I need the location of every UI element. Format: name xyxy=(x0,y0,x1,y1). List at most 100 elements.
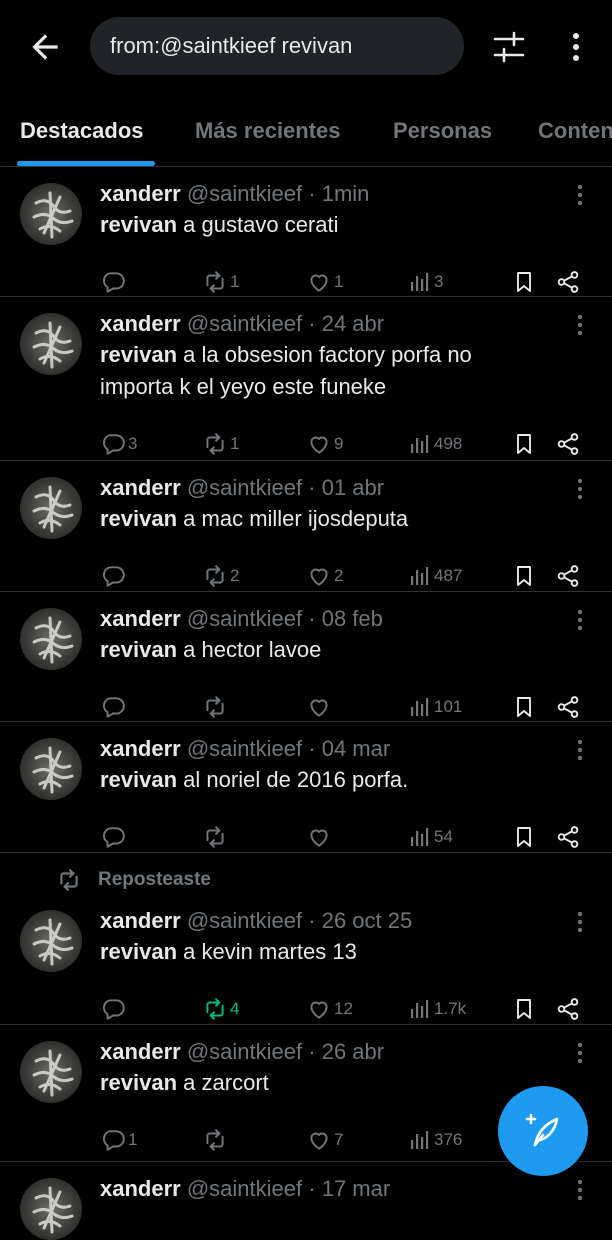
reply-button[interactable] xyxy=(100,822,128,852)
like-button[interactable] xyxy=(306,692,334,722)
author-handle[interactable]: @saintkieef xyxy=(187,736,302,761)
separator-dot: · xyxy=(308,736,316,761)
author-handle[interactable]: @saintkieef xyxy=(187,908,302,933)
more-vertical-icon[interactable] xyxy=(570,311,590,339)
tab-destacados[interactable]: Destacados xyxy=(20,118,144,144)
more-vertical-icon[interactable] xyxy=(570,908,590,936)
share-icon[interactable] xyxy=(555,561,581,591)
bookmark-icon[interactable] xyxy=(512,994,536,1024)
repost-button[interactable]: 1 xyxy=(202,429,239,459)
reply-button[interactable] xyxy=(100,561,128,591)
tweet[interactable]: xanderr @saintkieef · 17 mar xyxy=(0,1162,612,1240)
bookmark-icon[interactable] xyxy=(512,822,536,852)
more-vertical-icon[interactable] xyxy=(570,181,590,209)
repost-button[interactable]: 1 xyxy=(202,267,239,297)
views-button[interactable]: 376 xyxy=(408,1125,462,1155)
tweet[interactable]: xanderr @saintkieef · 04 mar revivan al n… xyxy=(0,722,612,853)
more-vertical-icon[interactable] xyxy=(560,28,592,66)
tab-personas[interactable]: Personas xyxy=(393,118,492,144)
like-button[interactable]: 9 xyxy=(306,429,343,459)
repost-button[interactable]: 4 xyxy=(202,994,239,1024)
reply-button[interactable] xyxy=(100,692,128,722)
share-icon[interactable] xyxy=(555,822,581,852)
author-handle[interactable]: @saintkieef xyxy=(187,1176,302,1201)
like-button[interactable]: 2 xyxy=(306,561,343,591)
more-vertical-icon[interactable] xyxy=(570,475,590,503)
bookmark-icon[interactable] xyxy=(512,429,536,459)
views-button[interactable]: 498 xyxy=(408,429,462,459)
author-name[interactable]: xanderr xyxy=(100,1039,181,1064)
share-icon[interactable] xyxy=(555,692,581,722)
avatar[interactable] xyxy=(20,910,82,972)
bookmark-icon[interactable] xyxy=(512,561,536,591)
repost-button[interactable] xyxy=(202,1125,230,1155)
tab-mas-recientes[interactable]: Más recientes xyxy=(195,118,341,144)
timestamp[interactable]: 1min xyxy=(322,181,370,206)
author-name[interactable]: xanderr xyxy=(100,181,181,206)
more-vertical-icon[interactable] xyxy=(570,606,590,634)
filter-sliders-icon[interactable] xyxy=(490,28,528,66)
like-button[interactable]: 7 xyxy=(306,1125,343,1155)
author-name[interactable]: xanderr xyxy=(100,736,181,761)
reply-button[interactable]: 3 xyxy=(100,429,137,459)
tweet[interactable]: xanderr @saintkieef · 1min revivan a gust… xyxy=(0,167,612,297)
reply-button[interactable] xyxy=(100,267,128,297)
repost-button[interactable] xyxy=(202,822,230,852)
like-button[interactable] xyxy=(306,822,334,852)
bookmark-icon[interactable] xyxy=(512,692,536,722)
views-button[interactable]: 487 xyxy=(408,561,462,591)
views-count: 487 xyxy=(434,566,463,585)
author-name[interactable]: xanderr xyxy=(100,1176,181,1201)
tweet[interactable]: xanderr @saintkieef · 24 abr revivan a la… xyxy=(0,297,612,461)
views-icon xyxy=(408,1128,432,1152)
timestamp[interactable]: 17 mar xyxy=(322,1176,390,1201)
reply-button[interactable] xyxy=(100,994,128,1024)
like-button[interactable]: 12 xyxy=(306,994,353,1024)
more-vertical-icon[interactable] xyxy=(570,1039,590,1067)
tab-contenido[interactable]: Contenido xyxy=(538,118,612,144)
avatar[interactable] xyxy=(20,608,82,670)
avatar[interactable] xyxy=(20,183,82,245)
author-handle[interactable]: @saintkieef xyxy=(187,606,302,631)
tweet[interactable]: xanderr @saintkieef · 01 abr revivan a ma… xyxy=(0,461,612,592)
views-button[interactable]: 101 xyxy=(408,692,462,722)
author-handle[interactable]: @saintkieef xyxy=(187,475,302,500)
timestamp[interactable]: 26 oct 25 xyxy=(322,908,413,933)
timestamp[interactable]: 04 mar xyxy=(322,736,390,761)
author-name[interactable]: xanderr xyxy=(100,908,181,933)
repost-button[interactable]: 2 xyxy=(202,561,239,591)
tweet[interactable]: xanderr @saintkieef · 08 feb revivan a he… xyxy=(0,592,612,722)
avatar[interactable] xyxy=(20,1178,82,1240)
timestamp[interactable]: 01 abr xyxy=(322,475,384,500)
timestamp[interactable]: 08 feb xyxy=(322,606,383,631)
reply-button[interactable]: 1 xyxy=(100,1125,137,1155)
views-button[interactable]: 3 xyxy=(408,267,443,297)
avatar[interactable] xyxy=(20,313,82,375)
avatar[interactable] xyxy=(20,1041,82,1103)
reply-icon xyxy=(100,1127,126,1153)
views-button[interactable]: 54 xyxy=(408,822,453,852)
search-input[interactable]: from:@saintkieef revivan xyxy=(90,17,464,75)
author-handle[interactable]: @saintkieef xyxy=(187,311,302,336)
reply-icon xyxy=(100,824,126,850)
compose-button[interactable] xyxy=(498,1086,588,1176)
views-button[interactable]: 1.7k xyxy=(408,994,466,1024)
share-icon[interactable] xyxy=(555,994,581,1024)
avatar[interactable] xyxy=(20,477,82,539)
bookmark-icon[interactable] xyxy=(512,267,536,297)
author-name[interactable]: xanderr xyxy=(100,475,181,500)
author-handle[interactable]: @saintkieef xyxy=(187,1039,302,1064)
share-icon[interactable] xyxy=(555,429,581,459)
tweet[interactable]: Reposteaste xanderr @saintkieef · 26 oct … xyxy=(0,853,612,1025)
like-button[interactable]: 1 xyxy=(306,267,343,297)
timestamp[interactable]: 24 abr xyxy=(322,311,384,336)
more-vertical-icon[interactable] xyxy=(570,736,590,764)
share-icon[interactable] xyxy=(555,267,581,297)
back-arrow-icon[interactable] xyxy=(26,28,64,66)
author-handle[interactable]: @saintkieef xyxy=(187,181,302,206)
timestamp[interactable]: 26 abr xyxy=(322,1039,384,1064)
author-name[interactable]: xanderr xyxy=(100,311,181,336)
avatar[interactable] xyxy=(20,738,82,800)
author-name[interactable]: xanderr xyxy=(100,606,181,631)
repost-button[interactable] xyxy=(202,692,230,722)
